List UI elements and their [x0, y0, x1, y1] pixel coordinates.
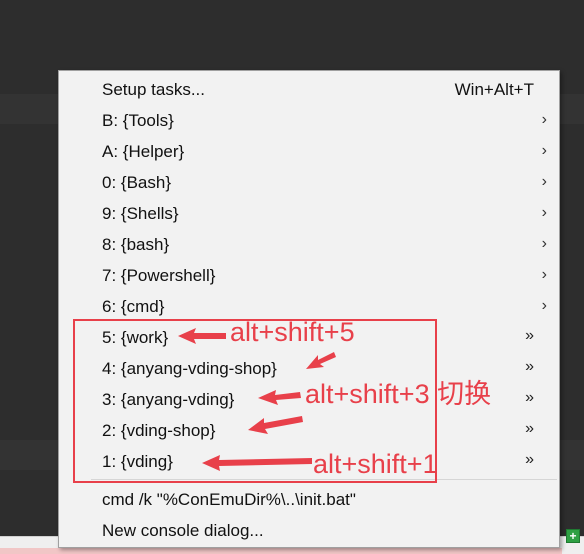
menu-item-bash-0[interactable]: 0: {Bash} ›: [59, 167, 559, 198]
menu-item-bash-8[interactable]: 8: {bash} ›: [59, 229, 559, 260]
submenu-arrow-icon: ›: [541, 235, 547, 252]
double-chevron-icon: »: [525, 389, 534, 406]
menu-item-label: 9: {Shells}: [102, 204, 179, 223]
submenu-arrow-icon: ›: [541, 204, 547, 221]
menu-item-label: A: {Helper}: [102, 142, 185, 161]
menu-item-label: cmd /k "%ConEmuDir%\..\init.bat": [102, 490, 356, 509]
status-bar-highlight: [0, 548, 562, 554]
menu-item-powershell[interactable]: 7: {Powershell} ›: [59, 260, 559, 291]
double-chevron-icon: »: [525, 327, 534, 344]
menu-item-helper[interactable]: A: {Helper} ›: [59, 136, 559, 167]
menu-item-label: Setup tasks...: [102, 80, 205, 99]
menu-item-shortcut: Win+Alt+T: [454, 80, 534, 99]
menu-item-label: 0: {Bash}: [102, 173, 172, 192]
menu-item-label: 7: {Powershell}: [102, 266, 216, 285]
submenu-arrow-icon: ›: [541, 266, 547, 283]
double-chevron-icon: »: [525, 358, 534, 375]
menu-item-label: New console dialog...: [102, 521, 264, 540]
annotation-note: alt+shift+3 切换: [305, 379, 492, 409]
menu-item-label: 8: {bash}: [102, 235, 170, 254]
menu-item-init-bat[interactable]: cmd /k "%ConEmuDir%\..\init.bat": [59, 484, 559, 515]
annotation-note: alt+shift+5: [230, 317, 355, 347]
double-chevron-icon: »: [525, 420, 534, 437]
submenu-arrow-icon: ›: [541, 111, 547, 128]
menu-item-label: 6: {cmd}: [102, 297, 165, 316]
double-chevron-icon: »: [525, 451, 534, 468]
menu-item-shells[interactable]: 9: {Shells} ›: [59, 198, 559, 229]
menu-item-new-console-dialog[interactable]: New console dialog...: [59, 515, 559, 546]
add-console-icon[interactable]: +: [566, 529, 580, 543]
annotation-note: alt+shift+1: [313, 449, 438, 479]
submenu-arrow-icon: ›: [541, 297, 547, 314]
menu-item-setup-tasks[interactable]: Setup tasks... Win+Alt+T: [59, 74, 559, 105]
menu-item-label: B: {Tools}: [102, 111, 174, 130]
submenu-arrow-icon: ›: [541, 173, 547, 190]
submenu-arrow-icon: ›: [541, 142, 547, 159]
menu-item-tools[interactable]: B: {Tools} ›: [59, 105, 559, 136]
